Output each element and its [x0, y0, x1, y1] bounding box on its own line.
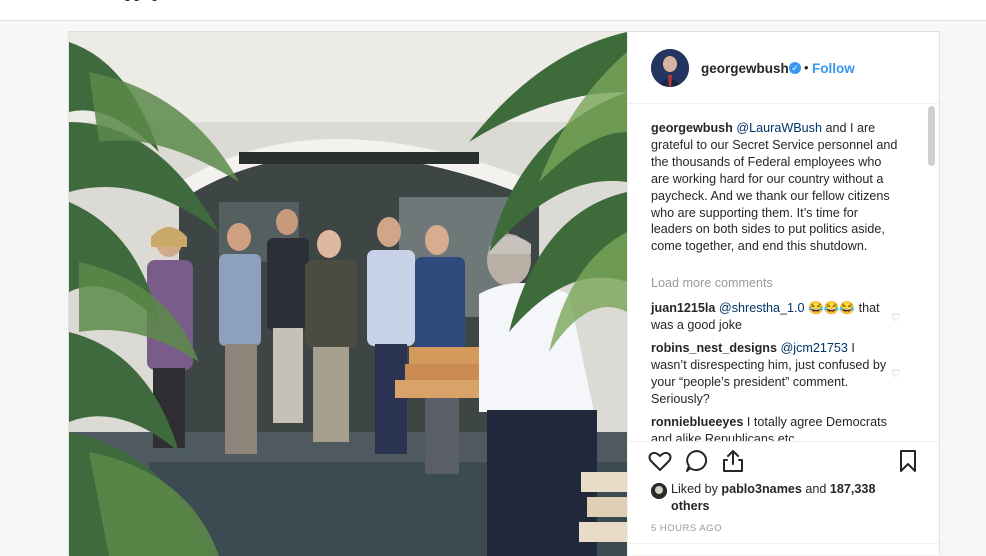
post-photo-image [69, 32, 627, 556]
comment-like-heart-icon[interactable]: ♡ [891, 368, 903, 380]
comment-icon[interactable] [684, 448, 710, 474]
post-sidebar: georgewbush ✓ • Follow georgewbush @Laur… [627, 32, 942, 556]
heart-icon[interactable] [647, 448, 673, 474]
post-photo[interactable] [69, 32, 627, 556]
liked-by-avatar-image [651, 483, 667, 499]
nav-logo-fragment [125, 0, 161, 2]
comment-username[interactable]: ronnieblueeyes [651, 415, 743, 429]
owner-avatar-image [651, 49, 689, 87]
likes-prefix: Liked by [671, 482, 722, 496]
post-timestamp[interactable]: 5 HOURS AGO [651, 523, 722, 534]
comment-item: juan1215la @shrestha_1.0 😂😂😂 that was a … [651, 300, 891, 334]
post-caption: georgewbush @LauraWBush and I are gratef… [651, 120, 901, 255]
post-header: georgewbush ✓ • Follow [628, 32, 942, 104]
comment-username[interactable]: juan1215la [651, 301, 715, 315]
caption-text: and I are grateful to our Secret Service… [651, 121, 898, 254]
owner-username[interactable]: georgewbush [701, 61, 789, 76]
caption-mention[interactable]: @LauraWBush [736, 121, 822, 135]
owner-avatar[interactable] [651, 49, 689, 87]
comments-scrollbar[interactable] [928, 106, 935, 166]
comment-username[interactable]: robins_nest_designs [651, 341, 777, 355]
likes-user-link[interactable]: pablo3names [721, 482, 802, 496]
post-actions: Liked by pablo3names and 187,338 others … [628, 441, 942, 556]
comment-item: ronnieblueeyes I totally agree Democrats… [651, 414, 891, 441]
caption-username[interactable]: georgewbush [651, 121, 733, 135]
add-comment-divider [628, 543, 942, 544]
likes-summary: Liked by pablo3names and 187,338 others [671, 481, 891, 515]
follow-button[interactable]: Follow [812, 61, 855, 76]
post-card: georgewbush ✓ • Follow georgewbush @Laur… [68, 31, 942, 556]
top-nav-bar [0, 0, 986, 21]
share-icon[interactable] [720, 448, 746, 474]
header-separator: • [804, 60, 809, 75]
load-more-comments-button[interactable]: Load more comments [651, 276, 773, 290]
comments-list[interactable]: georgewbush @LauraWBush and I are gratef… [628, 104, 942, 441]
bookmark-icon[interactable] [895, 448, 921, 474]
verified-badge-icon: ✓ [789, 62, 801, 74]
likes-mid: and [801, 482, 830, 496]
comment-mention[interactable]: @shrestha_1.0 [719, 301, 805, 315]
comment-mention[interactable]: @jcm21753 [780, 341, 847, 355]
comment-like-heart-icon[interactable]: ♡ [891, 312, 903, 324]
liked-by-avatar[interactable] [651, 483, 667, 499]
comment-item: robins_nest_designs @jcm21753 I wasn’t d… [651, 340, 891, 408]
